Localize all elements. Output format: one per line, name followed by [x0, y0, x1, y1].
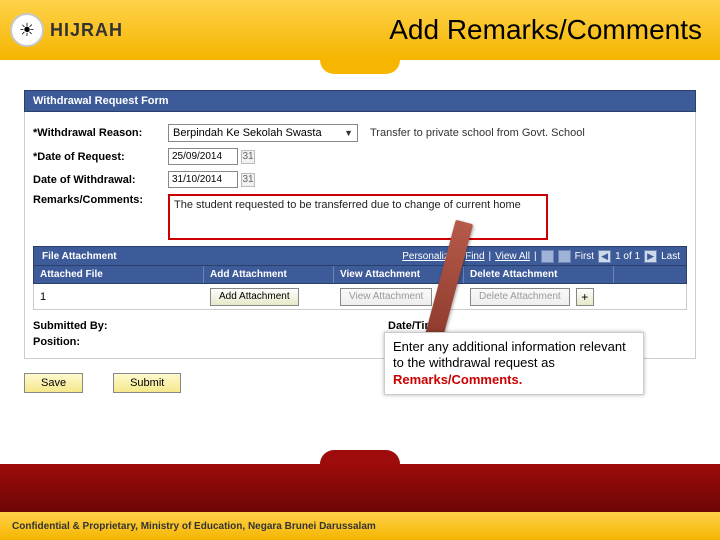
chevron-down-icon: ▼	[344, 128, 353, 138]
logo-icon: ☀	[10, 13, 44, 47]
grid-icon[interactable]	[558, 250, 571, 263]
logo-text: HIJRAH	[50, 20, 123, 41]
table-row: 1 Add Attachment View Attachment Delete …	[33, 284, 687, 310]
add-attachment-button[interactable]: Add Attachment	[210, 288, 299, 306]
logo: ☀ HIJRAH	[10, 13, 123, 47]
withdraw-date-input[interactable]: 31/10/2014	[168, 171, 238, 188]
col-add: Add Attachment	[204, 266, 334, 283]
reason-description: Transfer to private school from Govt. Sc…	[370, 127, 585, 139]
form-area: *Withdrawal Reason: Berpindah Ke Sekolah…	[24, 112, 696, 359]
grid-title: File Attachment	[34, 251, 125, 262]
first-label: First	[575, 251, 594, 262]
delete-attachment-button[interactable]: Delete Attachment	[470, 288, 570, 306]
calendar-icon[interactable]: 31	[241, 150, 255, 164]
save-button[interactable]: Save	[24, 373, 83, 393]
footer-text: Confidential & Proprietary, Ministry of …	[12, 521, 376, 532]
last-label: Last	[661, 251, 680, 262]
callout-box: Enter any additional information relevan…	[384, 332, 644, 395]
col-attached-file: Attached File	[34, 266, 204, 283]
remarks-label: Remarks/Comments:	[33, 194, 168, 206]
row-counter: 1 of 1	[615, 251, 640, 262]
zoom-icon[interactable]	[541, 250, 554, 263]
calendar-icon[interactable]: 31	[241, 173, 255, 187]
submitted-by-label: Submitted By:	[33, 320, 168, 332]
footer-red	[0, 464, 720, 512]
find-link[interactable]: Find	[465, 251, 484, 262]
next-icon[interactable]: ▶	[644, 250, 657, 263]
callout-text: Enter any additional information relevan…	[393, 339, 626, 370]
callout-highlight: Remarks/Comments.	[393, 372, 522, 387]
prev-icon[interactable]: ◀	[598, 250, 611, 263]
app-header: ☀ HIJRAH Add Remarks/Comments	[0, 0, 720, 60]
header-notch	[320, 60, 400, 74]
request-date-label: *Date of Request:	[33, 151, 168, 163]
grid-header: File Attachment Personalize| Find| View …	[33, 246, 687, 266]
withdraw-date-label: Date of Withdrawal:	[33, 174, 168, 186]
position-label: Position:	[33, 336, 168, 348]
reason-select[interactable]: Berpindah Ke Sekolah Swasta ▼	[168, 124, 358, 142]
reason-label: *Withdrawal Reason:	[33, 127, 168, 139]
footer-bar: Confidential & Proprietary, Ministry of …	[0, 512, 720, 540]
request-date-input[interactable]: 25/09/2014	[168, 148, 238, 165]
section-header: Withdrawal Request Form	[24, 90, 696, 112]
remarks-textarea[interactable]	[168, 194, 548, 240]
col-delete: Delete Attachment	[464, 266, 614, 283]
page-title: Add Remarks/Comments	[389, 14, 702, 46]
grid-columns: Attached File Add Attachment View Attach…	[33, 266, 687, 284]
reason-value: Berpindah Ke Sekolah Swasta	[173, 127, 322, 139]
viewall-link[interactable]: View All	[495, 251, 530, 262]
submit-button[interactable]: Submit	[113, 373, 181, 393]
view-attachment-button[interactable]: View Attachment	[340, 288, 432, 306]
row-num: 1	[34, 291, 204, 303]
add-row-button[interactable]: +	[576, 288, 594, 306]
